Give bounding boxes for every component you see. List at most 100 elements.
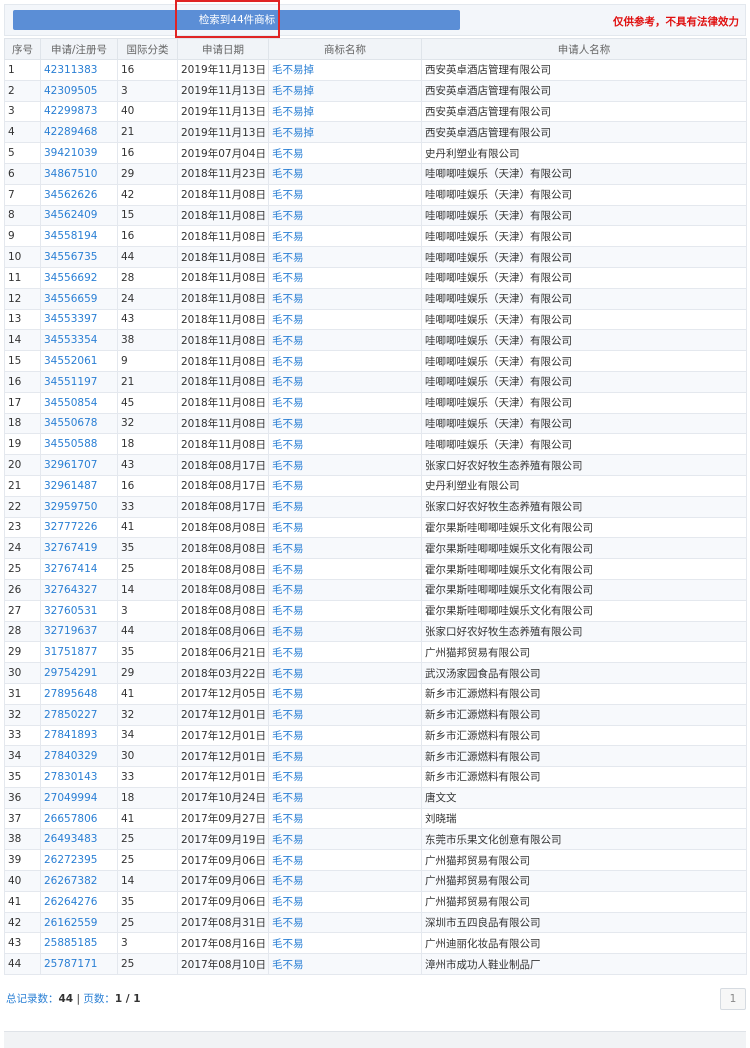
registration-number-link[interactable]: 42299873 <box>40 100 118 123</box>
registration-number-link[interactable]: 32764327 <box>40 578 118 601</box>
trademark-name-link[interactable]: 毛不易 <box>268 558 422 580</box>
table-row: 29 31751877 35 2018年06月21日 毛不易 广州猫邦贸易有限公司 <box>4 641 747 664</box>
registration-number-link[interactable]: 34556659 <box>40 287 118 310</box>
registration-number-link[interactable]: 26267382 <box>40 870 118 892</box>
trademark-name-link[interactable]: 毛不易 <box>268 433 422 456</box>
registration-number-link[interactable]: 34556735 <box>40 246 118 268</box>
trademark-name-link[interactable]: 毛不易 <box>268 350 422 372</box>
registration-number-link[interactable]: 32767414 <box>40 558 118 580</box>
trademark-name-link[interactable]: 毛不易 <box>268 828 422 851</box>
registration-number-link[interactable]: 34558194 <box>40 225 118 248</box>
trademark-name-link[interactable]: 毛不易 <box>268 391 422 414</box>
registration-number-link[interactable]: 32777226 <box>40 516 118 539</box>
registration-number-link[interactable]: 26162559 <box>40 911 118 934</box>
trademark-name-link[interactable]: 毛不易 <box>268 495 422 518</box>
trademark-name-link[interactable]: 毛不易 <box>268 162 422 185</box>
trademark-name-link[interactable]: 毛不易 <box>268 682 422 705</box>
trademark-name-link[interactable]: 毛不易 <box>268 142 422 164</box>
trademark-name-link[interactable]: 毛不易 <box>268 329 422 352</box>
registration-number-link[interactable]: 34556692 <box>40 266 118 289</box>
trademark-name-link[interactable]: 毛不易 <box>268 745 422 768</box>
registration-number-link[interactable]: 42311383 <box>40 59 118 81</box>
trademark-name-link[interactable]: 毛不易 <box>268 204 422 227</box>
registration-number-link[interactable]: 27830143 <box>40 766 118 788</box>
registration-number-link[interactable]: 25787171 <box>40 953 118 976</box>
registration-number-link[interactable]: 34551197 <box>40 370 118 393</box>
trademark-name-link[interactable]: 毛不易 <box>268 662 422 684</box>
trademark-name-link[interactable]: 毛不易掉 <box>268 79 422 102</box>
registration-number-link[interactable]: 34552061 <box>40 350 118 372</box>
registration-number-link[interactable]: 25885185 <box>40 932 118 955</box>
trademark-name-link[interactable]: 毛不易 <box>268 246 422 268</box>
trademark-name-link[interactable]: 毛不易 <box>268 308 422 331</box>
registration-number-link[interactable]: 34550588 <box>40 433 118 456</box>
registration-number-link[interactable]: 32767419 <box>40 537 118 560</box>
trademark-name-link[interactable]: 毛不易 <box>268 370 422 393</box>
trademark-name-link[interactable]: 毛不易 <box>268 537 422 560</box>
registration-number-link[interactable]: 34550854 <box>40 391 118 414</box>
registration-number-link[interactable]: 34550678 <box>40 412 118 435</box>
international-class: 25 <box>117 953 178 976</box>
registration-number-link[interactable]: 34562626 <box>40 183 118 206</box>
registration-number-link[interactable]: 27840329 <box>40 745 118 768</box>
registration-number-link[interactable]: 32719637 <box>40 620 118 643</box>
trademark-name-link[interactable]: 毛不易 <box>268 849 422 872</box>
registration-number-link[interactable]: 27841893 <box>40 724 118 747</box>
trademark-name-link[interactable]: 毛不易 <box>268 807 422 830</box>
registration-number-link[interactable]: 26493483 <box>40 828 118 851</box>
registration-number-link[interactable]: 27049994 <box>40 786 118 809</box>
table-row: 43 25885185 3 2017年08月16日 毛不易 广州迪丽化妆品有限公司 <box>4 932 747 955</box>
international-class: 16 <box>117 59 178 81</box>
registration-number-link[interactable]: 31751877 <box>40 641 118 664</box>
trademark-name-link[interactable]: 毛不易 <box>268 641 422 664</box>
trademark-name-link[interactable]: 毛不易 <box>268 183 422 206</box>
trademark-name-link[interactable]: 毛不易 <box>268 454 422 476</box>
trademark-name-link[interactable]: 毛不易 <box>268 786 422 809</box>
registration-number-link[interactable]: 42289468 <box>40 121 118 144</box>
trademark-name-link[interactable]: 毛不易掉 <box>268 100 422 123</box>
registration-number-link[interactable]: 29754291 <box>40 662 118 684</box>
trademark-name-link[interactable]: 毛不易 <box>268 412 422 435</box>
trademark-name-link[interactable]: 毛不易 <box>268 766 422 788</box>
applicant-name: 新乡市汇源燃料有限公司 <box>421 766 747 788</box>
registration-number-link[interactable]: 26272395 <box>40 849 118 872</box>
registration-number-link[interactable]: 32760531 <box>40 599 118 622</box>
trademark-name-link[interactable]: 毛不易 <box>268 266 422 289</box>
page-button-1[interactable]: 1 <box>720 988 746 1010</box>
registration-number-link[interactable]: 32959750 <box>40 495 118 518</box>
trademark-name-link[interactable]: 毛不易 <box>268 620 422 643</box>
trademark-name-link[interactable]: 毛不易 <box>268 870 422 892</box>
trademark-name-link[interactable]: 毛不易 <box>268 703 422 726</box>
registration-number-link[interactable]: 26657806 <box>40 807 118 830</box>
applicant-name: 新乡市汇源燃料有限公司 <box>421 682 747 705</box>
application-date: 2017年08月31日 <box>177 911 269 934</box>
application-date: 2018年03月22日 <box>177 662 269 684</box>
trademark-name-link[interactable]: 毛不易 <box>268 911 422 934</box>
trademark-name-link[interactable]: 毛不易 <box>268 474 422 497</box>
registration-number-link[interactable]: 32961707 <box>40 454 118 476</box>
registration-number-link[interactable]: 34553397 <box>40 308 118 331</box>
trademark-name-link[interactable]: 毛不易 <box>268 599 422 622</box>
registration-number-link[interactable]: 32961487 <box>40 474 118 497</box>
trademark-name-link[interactable]: 毛不易 <box>268 890 422 913</box>
registration-number-link[interactable]: 34867510 <box>40 162 118 185</box>
trademark-name-link[interactable]: 毛不易 <box>268 225 422 248</box>
trademark-name-link[interactable]: 毛不易掉 <box>268 121 422 144</box>
registration-number-link[interactable]: 26264276 <box>40 890 118 913</box>
trademark-name-link[interactable]: 毛不易 <box>268 724 422 747</box>
trademark-name-link[interactable]: 毛不易 <box>268 953 422 976</box>
registration-number-link[interactable]: 39421039 <box>40 142 118 164</box>
trademark-name-link[interactable]: 毛不易 <box>268 516 422 539</box>
table-row: 30 29754291 29 2018年03月22日 毛不易 武汉汤家园食品有限公司 <box>4 662 747 684</box>
registration-number-link[interactable]: 34562409 <box>40 204 118 227</box>
trademark-name-link[interactable]: 毛不易 <box>268 578 422 601</box>
registration-number-link[interactable]: 27895648 <box>40 682 118 705</box>
registration-number-link[interactable]: 27850227 <box>40 703 118 726</box>
trademark-name-link[interactable]: 毛不易 <box>268 932 422 955</box>
registration-number-link[interactable]: 42309505 <box>40 79 118 102</box>
trademark-name-link[interactable]: 毛不易 <box>268 287 422 310</box>
row-index: 44 <box>4 953 41 976</box>
trademark-name-link[interactable]: 毛不易掉 <box>268 59 422 81</box>
table-row: 24 32767419 35 2018年08月08日 毛不易 霍尔果斯哇唧唧哇娱乐文化有限… <box>4 537 747 560</box>
registration-number-link[interactable]: 34553354 <box>40 329 118 352</box>
